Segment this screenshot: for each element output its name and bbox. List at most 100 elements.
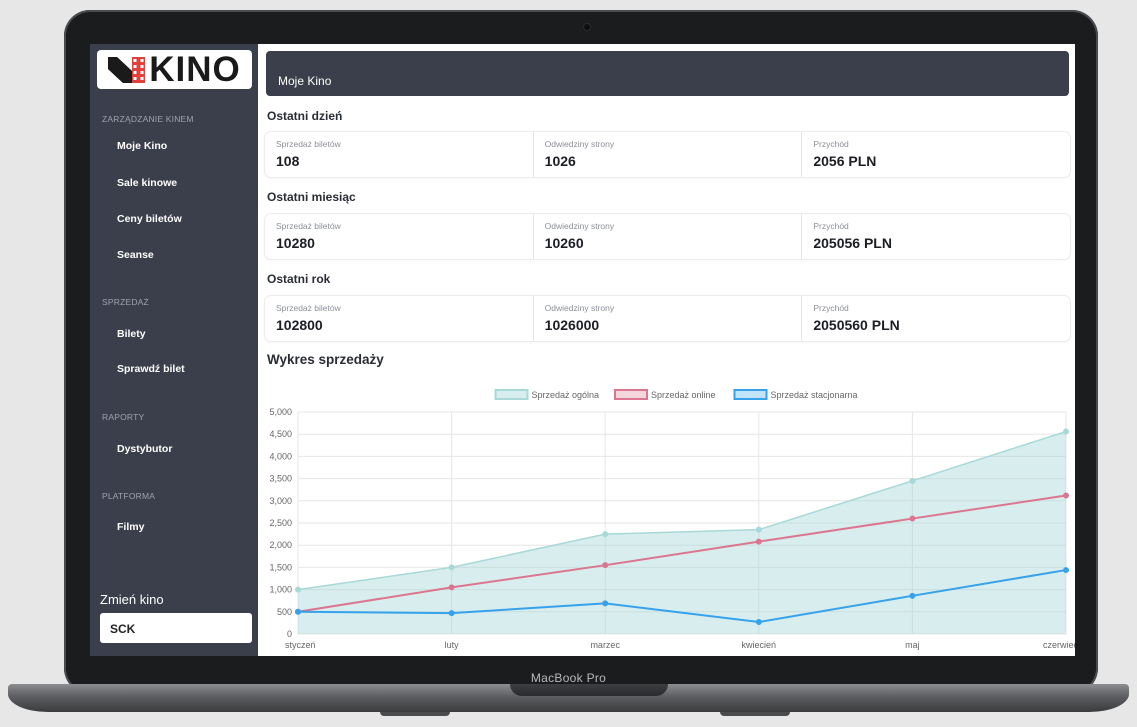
- nav-item-seanse[interactable]: Seanse: [117, 249, 154, 261]
- stat-page-visits: Odwiedziny strony 1026000: [532, 296, 802, 341]
- y-tick-label: 1,000: [269, 585, 292, 595]
- stat-label: Przychód: [813, 303, 849, 313]
- stat-label: Sprzedaż biletów: [276, 303, 341, 313]
- stats-section-title: Ostatni dzień: [267, 109, 343, 123]
- y-tick-label: 4,000: [269, 451, 292, 461]
- data-point: [602, 562, 609, 569]
- stat-value: 10280: [276, 235, 315, 251]
- stat-revenue: Przychód 2050560 PLN: [801, 296, 1070, 341]
- main-content: Moje Kino Ostatni dzień Sprzedaż biletów…: [258, 44, 1075, 656]
- chart-title: Wykres sprzedaży: [267, 352, 384, 367]
- film-logo-icon: [108, 56, 146, 83]
- data-point: [755, 538, 762, 545]
- data-point: [602, 600, 609, 607]
- change-cinema-label: Zmień kino: [100, 592, 164, 607]
- nav-item-filmy[interactable]: Filmy: [117, 521, 144, 533]
- data-point: [1063, 567, 1069, 574]
- data-point: [295, 586, 301, 593]
- stat-value: 1026: [544, 153, 576, 169]
- camera-icon: [584, 24, 590, 30]
- sidebar: KINO ZARZĄDZANIE KINEM Moje Kino Sale ki…: [90, 44, 258, 656]
- series-area: [298, 431, 1066, 634]
- stats-card: Sprzedaż biletów 10280 Odwiedziny strony…: [265, 214, 1070, 259]
- data-point: [755, 619, 762, 626]
- stat-page-visits: Odwiedziny strony 1026: [532, 132, 802, 177]
- data-point: [909, 515, 916, 522]
- stat-revenue: Przychód 2056 PLN: [801, 132, 1070, 177]
- y-tick-label: 3,000: [269, 496, 292, 506]
- stat-value: 10260: [544, 235, 584, 251]
- nav-section-title: SPRZEDAŻ: [102, 297, 149, 307]
- legend-swatch: [614, 389, 648, 400]
- x-tick-label: kwiecień: [742, 640, 777, 650]
- legend-label: Sprzedaż ogólna: [532, 390, 600, 400]
- stat-label: Sprzedaż biletów: [276, 221, 341, 231]
- x-tick-label: styczeń: [285, 640, 316, 650]
- x-tick-label: luty: [445, 640, 460, 650]
- y-tick-label: 500: [277, 607, 292, 617]
- data-point: [448, 584, 455, 591]
- data-point: [909, 592, 916, 599]
- nav-item-dystybutor[interactable]: Dystybutor: [117, 443, 172, 455]
- nav-item-sale-kinowe[interactable]: Sale kinowe: [117, 177, 177, 189]
- nav-item-moje-kino[interactable]: Moje Kino: [117, 140, 167, 152]
- stat-ticket-sales: Sprzedaż biletów 108: [265, 132, 533, 177]
- data-point: [755, 526, 762, 533]
- nav-item-sprawdz-bilet[interactable]: Sprawdź bilet: [117, 363, 185, 375]
- y-tick-label: 4,500: [269, 429, 292, 439]
- legend-swatch: [494, 389, 529, 400]
- data-point: [448, 564, 455, 571]
- x-tick-label: maj: [905, 640, 920, 650]
- stat-label: Odwiedziny strony: [544, 139, 615, 149]
- screen: KINO ZARZĄDZANIE KINEM Moje Kino Sale ki…: [90, 44, 1075, 656]
- sales-chart: 0 500 1,000 1,500 2,000 2,500 3,000 3,500 4,000 4…: [269, 389, 1075, 650]
- nav-item-ceny-biletow[interactable]: Ceny biletów: [117, 213, 182, 225]
- stat-value: 102800: [276, 317, 323, 333]
- stats-card: Sprzedaż biletów 102800 Odwiedziny stron…: [265, 296, 1070, 341]
- nav-section-title: ZARZĄDZANIE KINEM: [102, 114, 194, 124]
- stats-section-title: Ostatni rok: [267, 272, 331, 286]
- stat-label: Odwiedziny strony: [544, 303, 615, 313]
- laptop-foot: [720, 712, 790, 716]
- stat-value: 1026000: [544, 317, 600, 333]
- stat-label: Przychód: [813, 139, 849, 149]
- y-tick-label: 0: [287, 629, 292, 639]
- legend-label: Sprzedaż online: [651, 390, 716, 400]
- data-point: [1063, 428, 1069, 435]
- legend-swatch: [733, 389, 768, 400]
- legend-label: Sprzedaż stacjonarna: [771, 390, 858, 400]
- nav-item-bilety[interactable]: Bilety: [117, 328, 146, 340]
- stats-section-title: Ostatni miesiąc: [267, 190, 356, 204]
- data-point: [448, 610, 455, 617]
- logo-text: KINO: [149, 50, 241, 89]
- stat-ticket-sales: Sprzedaż biletów 10280: [265, 214, 533, 259]
- page-title: Moje Kino: [266, 51, 1069, 96]
- stat-value: 2056 PLN: [813, 153, 877, 169]
- stat-label: Przychód: [813, 221, 849, 231]
- data-point: [1063, 492, 1069, 499]
- y-tick-label: 1,500: [269, 562, 292, 572]
- y-tick-label: 5,000: [269, 407, 292, 417]
- device-label: MacBook Pro: [530, 671, 607, 685]
- stat-value: 108: [276, 153, 300, 169]
- logo[interactable]: KINO: [97, 50, 252, 89]
- stat-page-visits: Odwiedziny strony 10260: [532, 214, 802, 259]
- data-point: [602, 531, 609, 538]
- y-tick-label: 2,000: [269, 540, 292, 550]
- y-tick-label: 3,500: [269, 474, 292, 484]
- data-point: [909, 477, 916, 484]
- x-tick-label: czerwiec: [1043, 640, 1075, 650]
- data-point: [295, 608, 301, 615]
- x-tick-label: marzec: [590, 640, 620, 650]
- cinema-select[interactable]: SCK: [100, 613, 252, 643]
- nav-section-title: PLATFORMA: [102, 491, 156, 501]
- stat-label: Odwiedziny strony: [544, 221, 615, 231]
- stat-ticket-sales: Sprzedaż biletów 102800: [265, 296, 533, 341]
- stats-card: Sprzedaż biletów 108 Odwiedziny strony 1…: [265, 132, 1070, 177]
- stat-label: Sprzedaż biletów: [276, 139, 341, 149]
- laptop-notch: [510, 684, 668, 696]
- laptop-foot: [380, 712, 450, 716]
- nav-section-title: RAPORTY: [102, 412, 145, 422]
- stat-revenue: Przychód 205056 PLN: [801, 214, 1070, 259]
- stat-value: 2050560 PLN: [813, 317, 900, 333]
